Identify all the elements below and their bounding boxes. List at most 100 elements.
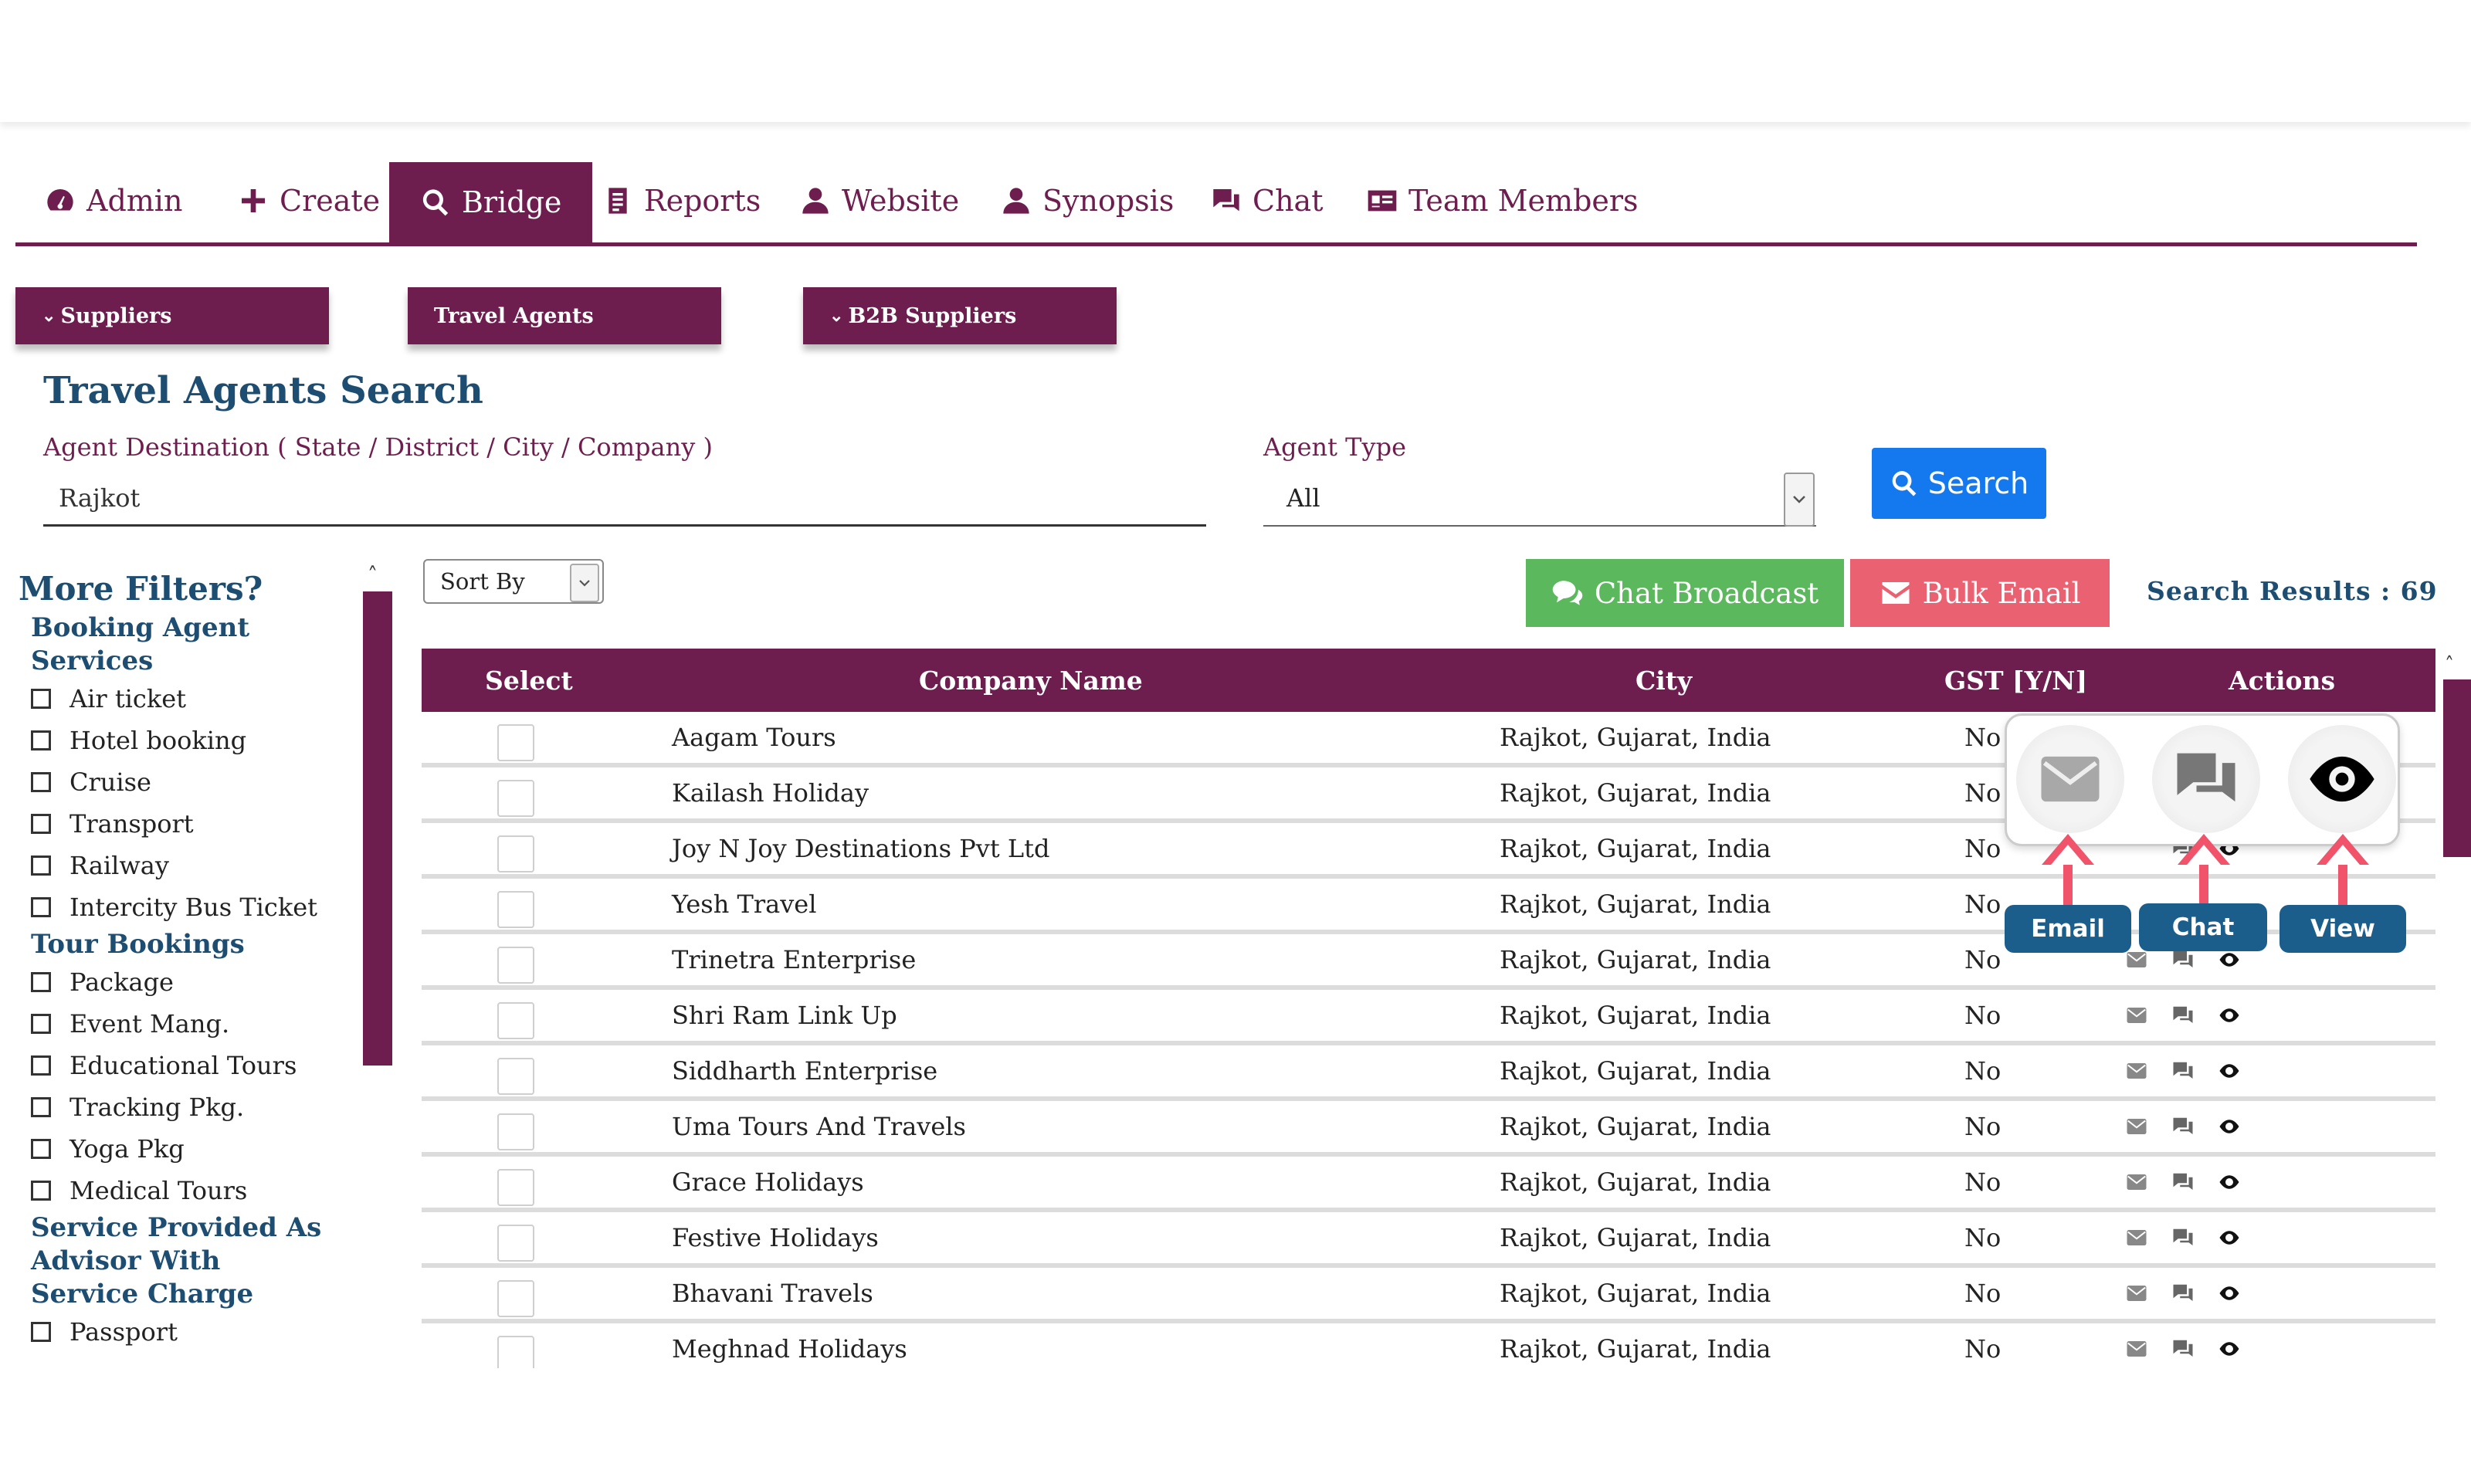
filter-checkbox[interactable]: Event Mang.	[31, 1003, 347, 1045]
tab-admin[interactable]: Admin	[45, 159, 182, 242]
sort-by-select[interactable]: Sort By	[423, 559, 604, 604]
row-view-icon[interactable]	[2216, 948, 2242, 971]
row-email-icon[interactable]	[2124, 948, 2150, 971]
company-name[interactable]: Festive Holidays	[672, 1212, 879, 1263]
tab-reports[interactable]: Reports	[602, 159, 761, 242]
checkbox[interactable]	[31, 1139, 51, 1159]
scroll-up-icon[interactable]: ˄	[368, 564, 378, 587]
column-header-gst[interactable]: GST [Y/N]	[1944, 649, 2087, 712]
row-chat-icon[interactable]	[2170, 1282, 2196, 1305]
tab-chat[interactable]: Chat	[1211, 159, 1323, 242]
scroll-up-icon[interactable]: ˄	[2445, 653, 2454, 675]
checkbox[interactable]	[31, 814, 51, 834]
checkbox[interactable]	[31, 1181, 51, 1201]
tab-team-members[interactable]: Team Members	[1367, 159, 1639, 242]
tab-synopsis[interactable]: Synopsis	[1001, 159, 1174, 242]
row-checkbox[interactable]	[497, 1058, 534, 1095]
row-view-icon[interactable]	[2216, 1115, 2242, 1138]
row-checkbox[interactable]	[497, 1002, 534, 1039]
company-name[interactable]: Joy N Joy Destinations Pvt Ltd	[672, 823, 1049, 874]
checkbox[interactable]	[31, 972, 51, 992]
chat-broadcast-button[interactable]: Chat Broadcast	[1526, 559, 1844, 627]
row-email-icon[interactable]	[2124, 1282, 2150, 1305]
row-email-icon[interactable]	[2124, 1226, 2150, 1249]
row-view-icon[interactable]	[2216, 1337, 2242, 1360]
filter-checkbox[interactable]: Air ticket	[31, 678, 347, 720]
company-name[interactable]: Aagam Tours	[672, 712, 836, 763]
column-header-company[interactable]: Company Name	[919, 649, 1143, 712]
row-chat-icon[interactable]	[2170, 1115, 2196, 1138]
tab-create[interactable]: Create	[238, 159, 380, 242]
row-chat-icon[interactable]	[2170, 1059, 2196, 1083]
row-checkbox[interactable]	[497, 835, 534, 872]
company-name[interactable]: Meghnad Holidays	[672, 1323, 907, 1368]
filter-checkbox[interactable]: Hotel booking	[31, 720, 347, 761]
suppliers-button[interactable]: ⌄ Suppliers	[15, 287, 329, 344]
row-checkbox[interactable]	[497, 891, 534, 928]
tab-bridge[interactable]: Bridge	[389, 162, 593, 242]
row-chat-icon[interactable]	[2170, 1337, 2196, 1360]
row-checkbox[interactable]	[497, 1280, 534, 1317]
table-scrollbar[interactable]	[2443, 679, 2471, 857]
row-view-icon[interactable]	[2216, 1282, 2242, 1305]
checkbox[interactable]	[31, 1055, 51, 1076]
row-checkbox[interactable]	[497, 780, 534, 817]
row-checkbox[interactable]	[497, 724, 534, 761]
row-chat-icon[interactable]	[2170, 1171, 2196, 1194]
filter-checkbox[interactable]: Yoga Pkg	[31, 1128, 347, 1170]
bulk-email-button[interactable]: Bulk Email	[1850, 559, 2110, 627]
row-email-icon[interactable]	[2124, 1115, 2150, 1138]
row-chat-icon[interactable]	[2170, 948, 2196, 971]
search-results-count: Search Results : 69	[2147, 576, 2438, 606]
table-row: Uma Tours And Travels Rajkot, Gujarat, I…	[422, 1101, 2435, 1157]
b2b-suppliers-button[interactable]: ⌄ B2B Suppliers	[803, 287, 1117, 344]
filters-scrollbar[interactable]	[363, 591, 392, 1066]
filter-checkbox[interactable]: Transport	[31, 803, 347, 845]
row-email-icon[interactable]	[2124, 1004, 2150, 1027]
tab-website[interactable]: Website	[800, 159, 959, 242]
filter-checkbox[interactable]: Railway	[31, 845, 347, 886]
row-view-icon[interactable]	[2216, 1171, 2242, 1194]
row-checkbox[interactable]	[497, 1169, 534, 1206]
filter-checkbox[interactable]: Educational Tours	[31, 1045, 347, 1086]
company-name[interactable]: Trinetra Enterprise	[672, 934, 916, 985]
filter-checkbox[interactable]: Medical Tours	[31, 1170, 347, 1211]
row-view-icon[interactable]	[2216, 1004, 2242, 1027]
row-email-icon[interactable]	[2124, 1171, 2150, 1194]
filter-checkbox[interactable]: Cruise	[31, 761, 347, 803]
row-view-icon[interactable]	[2216, 1059, 2242, 1083]
row-checkbox[interactable]	[497, 947, 534, 984]
row-checkbox[interactable]	[497, 1113, 534, 1150]
company-name[interactable]: Kailash Holiday	[672, 767, 869, 818]
company-name[interactable]: Siddharth Enterprise	[672, 1045, 937, 1096]
filter-checkbox[interactable]: Package	[31, 961, 347, 1003]
destination-input[interactable]: Rajkot	[43, 471, 1206, 527]
filter-checkbox[interactable]: Intercity Bus Ticket	[31, 886, 347, 928]
row-checkbox[interactable]	[497, 1225, 534, 1262]
filter-checkbox[interactable]: Passport	[31, 1311, 347, 1353]
row-chat-icon[interactable]	[2170, 1226, 2196, 1249]
company-name[interactable]: Yesh Travel	[672, 879, 816, 930]
column-header-city[interactable]: City	[1635, 649, 1692, 712]
checkbox[interactable]	[31, 772, 51, 792]
company-name[interactable]: Shri Ram Link Up	[672, 990, 897, 1041]
row-email-icon[interactable]	[2124, 1059, 2150, 1083]
row-chat-icon[interactable]	[2170, 1004, 2196, 1027]
checkbox[interactable]	[31, 1097, 51, 1117]
checkbox[interactable]	[31, 856, 51, 876]
company-name[interactable]: Uma Tours And Travels	[672, 1101, 966, 1152]
company-name[interactable]: Bhavani Travels	[672, 1268, 873, 1319]
row-view-icon[interactable]	[2216, 1226, 2242, 1249]
travel-agents-button[interactable]: Travel Agents	[408, 287, 721, 344]
checkbox[interactable]	[31, 689, 51, 709]
company-name[interactable]: Grace Holidays	[672, 1157, 864, 1208]
checkbox[interactable]	[31, 897, 51, 917]
filter-checkbox[interactable]: Tracking Pkg.	[31, 1086, 347, 1128]
checkbox[interactable]	[31, 730, 51, 750]
search-button[interactable]: Search	[1872, 448, 2046, 519]
row-email-icon[interactable]	[2124, 1337, 2150, 1360]
row-checkbox[interactable]	[497, 1336, 534, 1368]
checkbox[interactable]	[31, 1014, 51, 1034]
agent-type-select[interactable]: All	[1263, 471, 1816, 527]
checkbox[interactable]	[31, 1322, 51, 1342]
